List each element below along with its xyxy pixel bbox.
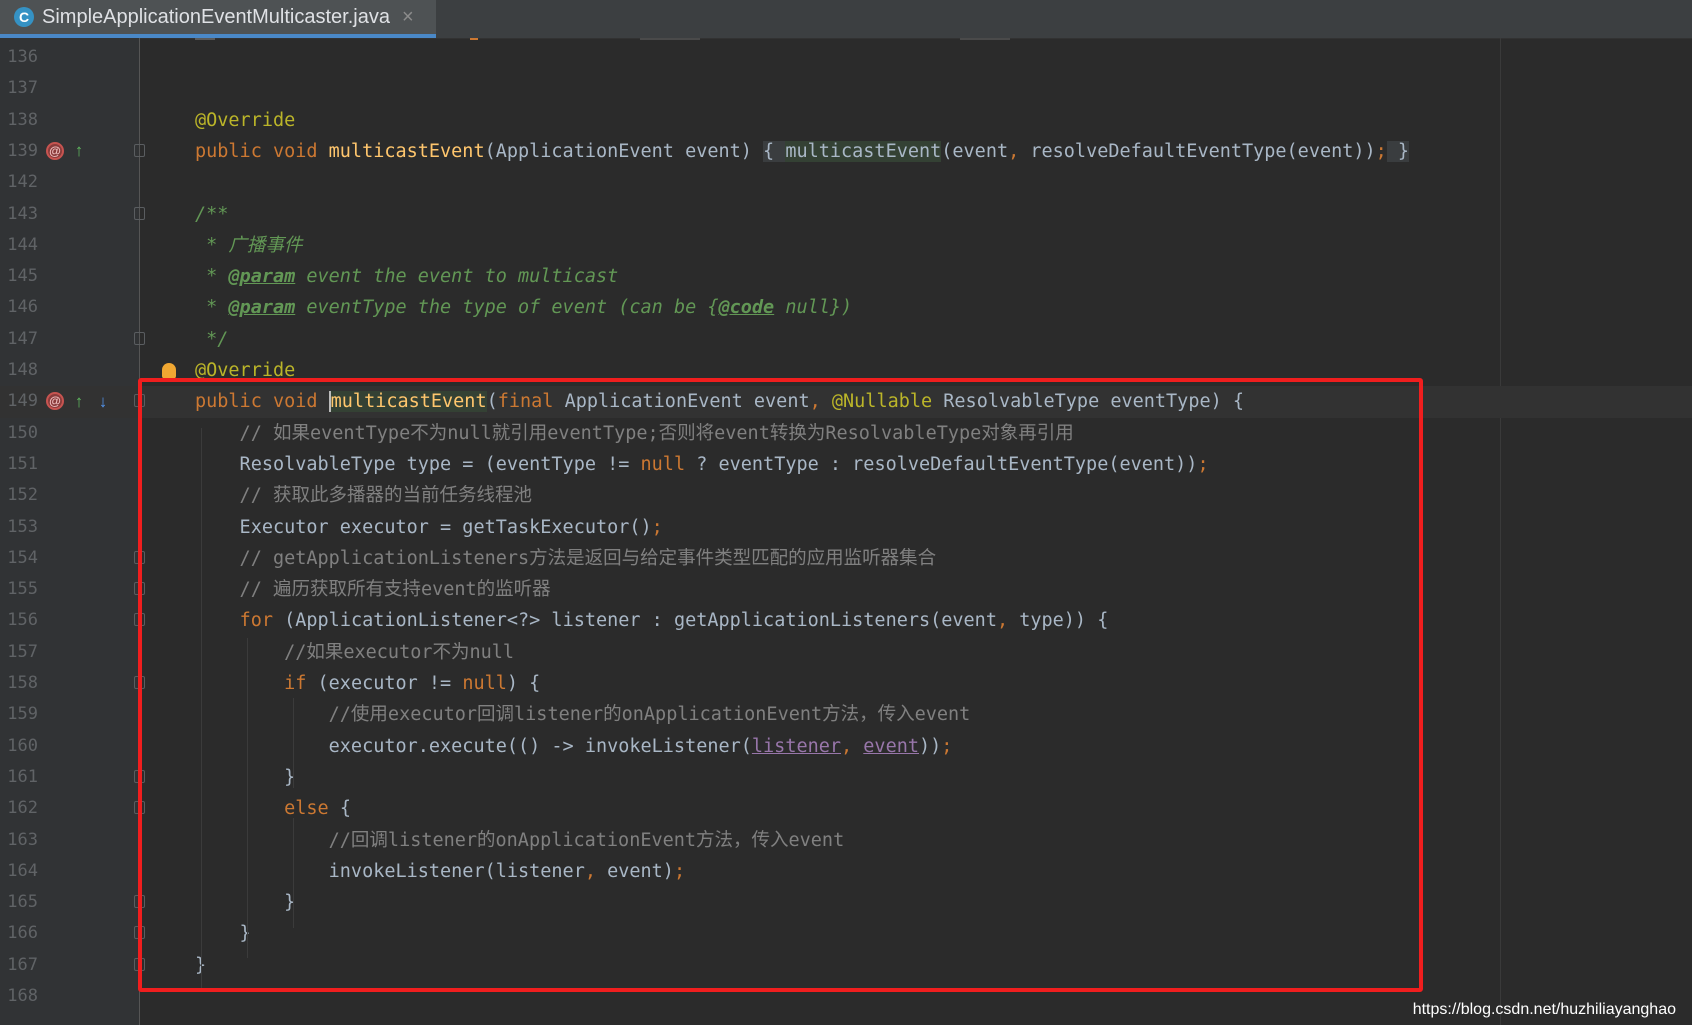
fold-marker-icon[interactable]: [134, 331, 145, 345]
code-token: *: [195, 266, 229, 288]
code-token: (ApplicationEvent event): [484, 140, 764, 162]
code-token: /**: [195, 203, 229, 225]
code-token: *: [195, 297, 229, 319]
fold-marker-icon[interactable]: [134, 206, 145, 220]
code-token: public void: [195, 140, 329, 162]
code-token: * 广播事件: [195, 234, 303, 256]
code-token: @param: [228, 266, 296, 288]
line-number[interactable]: 162: [0, 793, 38, 824]
intention-bulb-icon[interactable]: [162, 363, 176, 379]
code-text: */: [195, 324, 228, 355]
code-line[interactable]: 142: [0, 167, 1692, 198]
line-number[interactable]: 159: [0, 699, 38, 730]
implements-icon[interactable]: ↑: [70, 142, 88, 160]
line-number[interactable]: 163: [0, 825, 38, 856]
line-number[interactable]: 157: [0, 637, 38, 668]
line-number[interactable]: 146: [0, 292, 38, 323]
code-token: resolveDefaultEventType(event)): [1030, 140, 1376, 162]
code-token: {: [763, 140, 786, 162]
line-number[interactable]: 145: [0, 261, 38, 292]
java-class-icon: C: [14, 7, 34, 27]
code-token: */: [195, 328, 229, 350]
code-token: }: [1386, 140, 1410, 162]
code-line[interactable]: 146 * @param eventType the type of event…: [0, 292, 1692, 323]
close-tab-icon[interactable]: ×: [402, 6, 414, 29]
line-number[interactable]: 165: [0, 887, 38, 918]
code-line[interactable]: 143 /**: [0, 199, 1692, 230]
code-token: multicastEvent: [328, 140, 485, 162]
code-line[interactable]: 138 @Override: [0, 105, 1692, 136]
code-line[interactable]: 136: [0, 42, 1692, 73]
code-line[interactable]: 139 @ ↑ public void multicastEvent(Applicat…: [0, 136, 1692, 167]
code-token: null}): [774, 297, 853, 319]
overridden-icon[interactable]: ↓: [94, 392, 112, 410]
code-token: ,: [1008, 140, 1031, 162]
code-token: multicastEvent: [785, 140, 942, 162]
clipped-line-fragment: [640, 38, 700, 40]
line-number[interactable]: 153: [0, 512, 38, 543]
line-number[interactable]: 144: [0, 230, 38, 261]
code-line[interactable]: 137: [0, 73, 1692, 104]
line-number[interactable]: 149: [0, 386, 38, 417]
code-token: (event: [941, 140, 1009, 162]
implements-icon[interactable]: ↑: [70, 392, 88, 410]
clipped-line-fragment: [470, 38, 478, 40]
file-tab[interactable]: C SimpleApplicationEventMulticaster.java…: [0, 0, 436, 38]
line-number[interactable]: 168: [0, 981, 38, 1012]
fold-marker-icon[interactable]: [134, 143, 145, 157]
line-number[interactable]: 150: [0, 418, 38, 449]
line-number[interactable]: 167: [0, 950, 38, 981]
file-tab-title: SimpleApplicationEventMulticaster.java: [42, 5, 390, 28]
line-number[interactable]: 152: [0, 480, 38, 511]
breakpoint-method-icon[interactable]: @: [46, 141, 64, 160]
line-number[interactable]: 156: [0, 605, 38, 636]
line-number[interactable]: 137: [0, 73, 38, 104]
code-token: @code: [718, 297, 775, 319]
line-number[interactable]: 148: [0, 355, 38, 386]
line-number[interactable]: 151: [0, 449, 38, 480]
line-number[interactable]: 166: [0, 918, 38, 949]
line-number[interactable]: 154: [0, 543, 38, 574]
code-line[interactable]: 145 * @param event the event to multicas…: [0, 261, 1692, 292]
line-number[interactable]: 160: [0, 731, 38, 762]
line-number[interactable]: 142: [0, 167, 38, 198]
line-number[interactable]: 136: [0, 42, 38, 73]
code-text: /**: [195, 199, 228, 230]
code-token: ;: [1375, 140, 1387, 162]
editor-tab-bar: C SimpleApplicationEventMulticaster.java…: [0, 0, 1692, 39]
line-number[interactable]: 161: [0, 762, 38, 793]
line-number[interactable]: 138: [0, 105, 38, 136]
code-text: public void multicastEvent(ApplicationEv…: [195, 136, 1410, 167]
line-number[interactable]: 147: [0, 324, 38, 355]
code-line[interactable]: 147 */: [0, 324, 1692, 355]
breakpoint-method-icon[interactable]: @: [46, 392, 64, 411]
line-number[interactable]: 155: [0, 574, 38, 605]
line-number[interactable]: 139: [0, 136, 38, 167]
code-line[interactable]: 144 * 广播事件: [0, 230, 1692, 261]
watermark: https://blog.csdn.net/huzhiliayanghao: [1412, 1001, 1676, 1018]
code-text: @Override: [195, 105, 295, 136]
line-number[interactable]: 143: [0, 199, 38, 230]
code-token: @Override: [195, 109, 296, 131]
code-text: * @param eventType the type of event (ca…: [195, 292, 852, 323]
code-text: * 广播事件: [195, 230, 302, 261]
line-number[interactable]: 164: [0, 856, 38, 887]
code-token: event the event to multicast: [295, 266, 619, 288]
clipped-line-fragment: [195, 38, 215, 40]
clipped-line-fragment: [960, 38, 1010, 40]
code-text: * @param event the event to multicast: [195, 261, 618, 292]
code-token: @param: [228, 297, 296, 319]
code-token: eventType the type of event (can be {: [295, 297, 719, 319]
highlight-annotation-box: [138, 378, 1423, 992]
line-number[interactable]: 158: [0, 668, 38, 699]
